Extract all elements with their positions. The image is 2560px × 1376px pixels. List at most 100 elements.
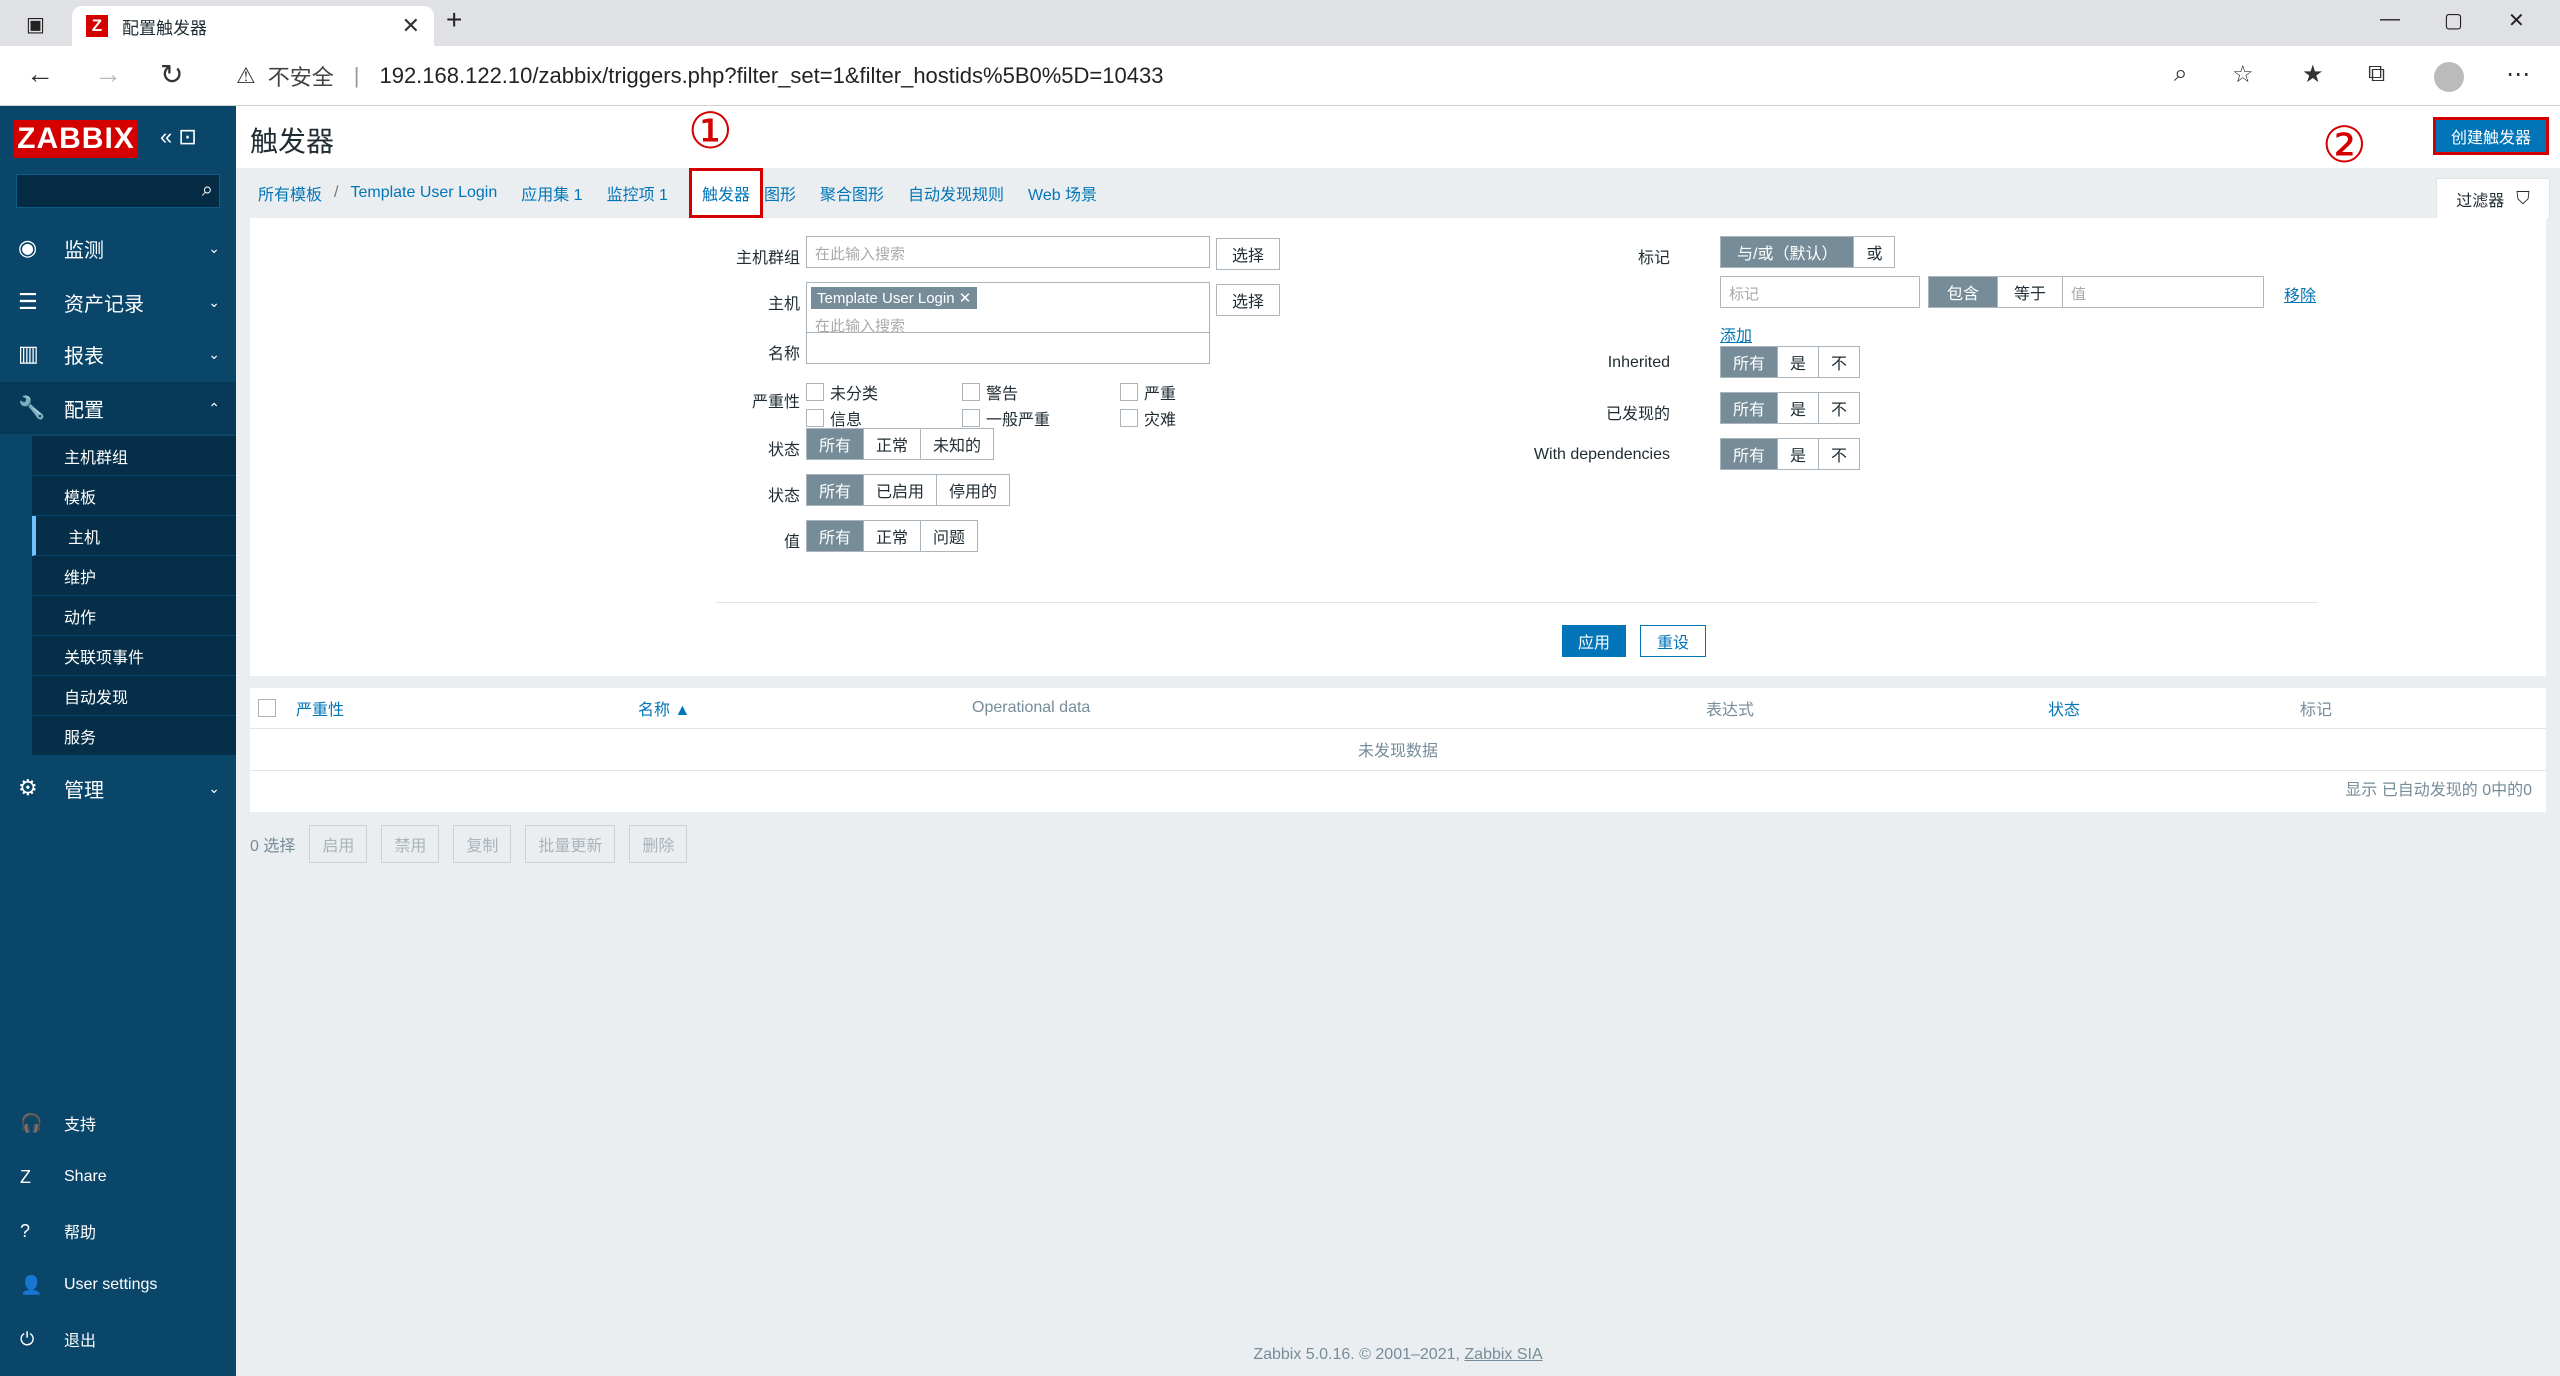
menu-configuration[interactable]: 🔧 配置 ⌃ [0, 382, 236, 434]
submenu-event-correlation[interactable]: 关联项事件 [32, 636, 236, 676]
col-status[interactable]: 状态 [2048, 688, 2080, 728]
mass-update-button[interactable]: 批量更新 [525, 825, 616, 863]
collections-icon[interactable]: ⧉ [2368, 60, 2385, 88]
state-normal[interactable]: 正常 [864, 429, 922, 459]
delete-button[interactable]: 删除 [629, 825, 688, 863]
state-unknown[interactable]: 未知的 [921, 429, 993, 459]
deps-yes[interactable]: 是 [1778, 439, 1820, 469]
tags-or[interactable]: 或 [1854, 237, 1894, 267]
maximize-icon[interactable]: ▢ [2444, 8, 2463, 33]
tag-op-equals[interactable]: 等于 [1998, 277, 2062, 307]
breadcrumb-all-templates[interactable]: 所有模板 [258, 181, 322, 205]
host-select-button[interactable]: 选择 [1216, 284, 1280, 316]
inherited-no[interactable]: 不 [1819, 347, 1859, 377]
deps-all[interactable]: 所有 [1721, 439, 1779, 469]
inherited-yes[interactable]: 是 [1778, 347, 1820, 377]
hostgroup-input[interactable]: 在此输入搜索 [806, 236, 1210, 268]
discovered-no[interactable]: 不 [1819, 393, 1859, 423]
disable-button[interactable]: 禁用 [381, 825, 440, 863]
col-name[interactable]: 名称 ▲ [638, 688, 690, 728]
tags-mode-segmented: 与/或（默认） 或 [1720, 236, 1896, 268]
zabbix-logo[interactable]: ZABBIX [14, 120, 138, 158]
menu-reports[interactable]: ▥ 报表 ⌄ [0, 328, 236, 380]
forward-icon[interactable]: → [94, 58, 122, 90]
value-ok[interactable]: 正常 [864, 521, 922, 551]
zoom-icon[interactable]: ⌕ [2174, 60, 2187, 88]
minimize-icon[interactable]: — [2380, 8, 2400, 31]
tag-value-input[interactable]: 值 [2062, 276, 2264, 308]
filter-tab[interactable]: 过滤器 ⛉ [2436, 178, 2550, 218]
tab-web-scenarios[interactable]: Web 场景 [1028, 181, 1097, 205]
submenu-hosts[interactable]: 主机 [32, 516, 236, 556]
submenu-templates[interactable]: 模板 [32, 476, 236, 516]
close-tab-icon[interactable]: ✕ [402, 13, 420, 39]
footer-help[interactable]: ? 帮助 [0, 1206, 236, 1256]
create-trigger-button[interactable]: 创建触发器 [2433, 117, 2549, 155]
reset-button[interactable]: 重设 [1640, 625, 1706, 657]
url-bar[interactable]: ⚠ 不安全 | 192.168.122.10/zabbix/triggers.p… [212, 53, 1922, 99]
name-input[interactable] [806, 332, 1210, 364]
discovered-all[interactable]: 所有 [1721, 393, 1779, 423]
severity-average-checkbox[interactable]: 一般严重 [962, 406, 1050, 430]
browser-tab[interactable]: Z 配置触发器 ✕ [72, 6, 434, 46]
menu-administration[interactable]: ⚙ 管理 ⌄ [0, 762, 236, 814]
breadcrumb-template[interactable]: Template User Login [350, 184, 497, 202]
close-window-icon[interactable]: ✕ [2508, 8, 2525, 33]
discovered-yes[interactable]: 是 [1778, 393, 1820, 423]
footer-link[interactable]: Zabbix SIA [1464, 1346, 1542, 1363]
favorite-add-icon[interactable]: ☆ [2232, 60, 2254, 89]
submenu-actions[interactable]: 动作 [32, 596, 236, 636]
severity-not-classified-checkbox[interactable]: 未分类 [806, 380, 878, 404]
tab-screens[interactable]: 聚合图形 [820, 181, 884, 205]
reload-icon[interactable]: ↻ [160, 58, 183, 91]
inherited-all[interactable]: 所有 [1721, 347, 1779, 377]
menu-inventory[interactable]: ☰ 资产记录 ⌄ [0, 276, 236, 328]
submenu-maintenance[interactable]: 维护 [32, 556, 236, 596]
tab-applications[interactable]: 应用集 1 [521, 181, 582, 205]
tab-items[interactable]: 监控项 1 [607, 181, 668, 205]
footer-logout[interactable]: ⏻ 退出 [0, 1314, 236, 1364]
severity-high-checkbox[interactable]: 严重 [1120, 380, 1176, 404]
submenu-host-groups[interactable]: 主机群组 [32, 436, 236, 476]
tab-actions-icon[interactable]: ▣ [26, 12, 45, 37]
status-disabled[interactable]: 停用的 [937, 475, 1009, 505]
deps-no[interactable]: 不 [1819, 439, 1859, 469]
severity-information-checkbox[interactable]: 信息 [806, 406, 862, 430]
tag-remove-link[interactable]: 移除 [2284, 282, 2316, 306]
profile-icon[interactable] [2434, 62, 2464, 92]
value-problem[interactable]: 问题 [921, 521, 977, 551]
severity-disaster-checkbox[interactable]: 灾难 [1120, 406, 1176, 430]
new-tab-icon[interactable]: + [446, 4, 462, 36]
select-all-checkbox[interactable] [258, 688, 276, 728]
footer-share[interactable]: Z Share [0, 1152, 236, 1202]
tag-add-link[interactable]: 添加 [1720, 322, 1752, 346]
value-all[interactable]: 所有 [807, 521, 865, 551]
back-icon[interactable]: ← [26, 58, 54, 90]
tag-name-input[interactable]: 标记 [1720, 276, 1920, 308]
favorites-icon[interactable]: ★ [2302, 60, 2324, 89]
submenu-services[interactable]: 服务 [32, 716, 236, 756]
collapse-sidebar-icon[interactable]: « ⊡ [160, 124, 197, 150]
apply-button[interactable]: 应用 [1562, 625, 1626, 657]
tab-triggers[interactable]: 触发器 [688, 168, 763, 218]
state-all[interactable]: 所有 [807, 429, 865, 459]
tab-discovery-rules[interactable]: 自动发现规则 [908, 181, 1004, 205]
hostgroup-select-button[interactable]: 选择 [1216, 238, 1280, 270]
col-severity[interactable]: 严重性 [296, 688, 344, 728]
copy-button[interactable]: 复制 [453, 825, 512, 863]
tag-op-contains[interactable]: 包含 [1929, 277, 1999, 307]
footer-support[interactable]: 🎧 支持 [0, 1098, 236, 1148]
tags-and-or[interactable]: 与/或（默认） [1721, 237, 1855, 267]
search-icon[interactable]: ⌕ [202, 179, 213, 202]
tab-graphs[interactable]: 图形 [764, 181, 796, 205]
severity-warning-checkbox[interactable]: 警告 [962, 380, 1018, 404]
enable-button[interactable]: 启用 [309, 825, 368, 863]
menu-monitoring[interactable]: ◉ 监测 ⌄ [0, 222, 236, 274]
status-enabled[interactable]: 已启用 [864, 475, 938, 505]
more-icon[interactable]: ⋯ [2506, 60, 2530, 89]
remove-tag-icon[interactable]: ✕ [959, 290, 972, 307]
footer-user-settings[interactable]: 👤 User settings [0, 1260, 236, 1310]
submenu-discovery[interactable]: 自动发现 [32, 676, 236, 716]
sidebar-search-input[interactable]: ⌕ [16, 174, 220, 208]
status-all[interactable]: 所有 [807, 475, 865, 505]
